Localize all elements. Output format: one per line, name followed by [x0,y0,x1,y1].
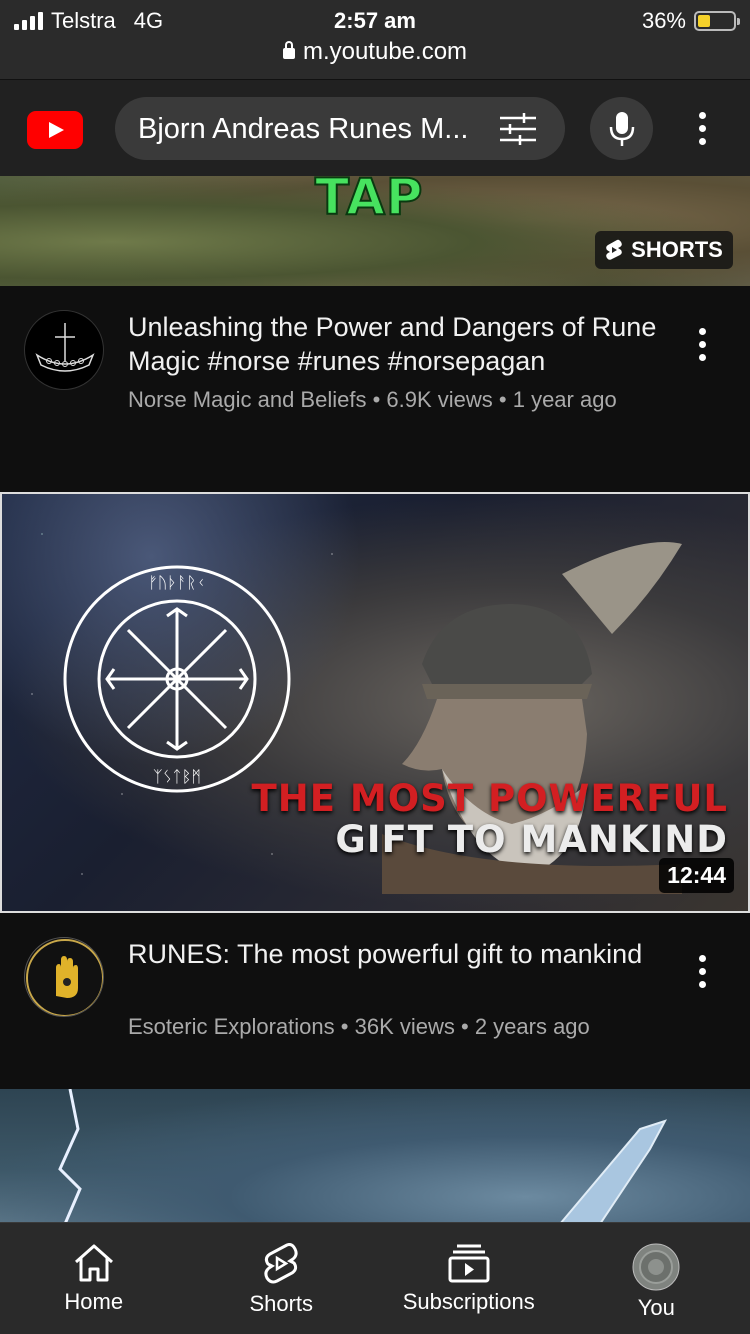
video-metadata: Norse Magic and Beliefs • 6.9K views • 1… [128,387,617,412]
youtube-logo[interactable] [27,111,83,149]
upload-age: 1 year ago [512,387,617,412]
video-menu-icon[interactable] [697,955,707,988]
video-duration: 12:44 [659,858,734,893]
shorts-badge: SHORTS [595,231,733,269]
address-bar[interactable]: m.youtube.com [0,38,750,66]
view-count: 36K views [354,1014,455,1039]
battery-percent: 36% [641,8,686,33]
nav-you-label: You [637,1295,675,1320]
status-bar: Telstra 4G 2:57 am 36% m.youtube.com [0,0,750,80]
channel-name[interactable]: Esoteric Explorations [128,1014,335,1039]
url-text: m.youtube.com [302,38,468,65]
video-thumbnail[interactable]: ᚠᚢᚦᚨᚱᚲ ᛉᛊᛏᛒᛗ THE MOST POWERFUL GIFT TO M… [0,492,750,913]
viking-ship-icon [35,323,95,372]
video-title[interactable]: Unleashing the Power and Dangers of Rune… [128,310,658,378]
nav-subscriptions-label: Subscriptions [402,1289,535,1314]
thumbnail-artwork [58,1089,668,1224]
status-right: 36% [641,8,740,34]
shorts-icon [606,239,622,260]
video-item[interactable]: RUNES: The most powerful gift to mankind… [0,913,750,1089]
nav-home-label: Home [64,1289,124,1314]
microphone-icon [609,112,635,146]
video-item[interactable]: Unleashing the Power and Dangers of Rune… [0,286,750,492]
battery-level [698,15,711,27]
subscriptions-icon [448,1244,490,1283]
shorts-badge-label: SHORTS [631,237,723,262]
channel-name[interactable]: Norse Magic and Beliefs [128,387,366,412]
vegvisir-rune-icon: ᚠᚢᚦᚨᚱᚲ ᛉᛊᛏᛒᛗ [63,565,291,793]
video-menu-icon[interactable] [697,328,707,361]
clock: 2:57 am [334,8,416,33]
nav-subscriptions[interactable]: Subscriptions [375,1223,563,1334]
home-icon [74,1244,113,1282]
voice-search-button[interactable] [590,97,653,160]
app-header: Bjorn Andreas Runes M... [0,80,750,176]
lock-icon [282,41,295,59]
search-box[interactable]: Bjorn Andreas Runes M... [115,97,565,160]
nav-shorts-label: Shorts [249,1291,314,1316]
filter-icon[interactable] [498,112,538,146]
video-title[interactable]: RUNES: The most powerful gift to mankind [128,937,658,971]
search-query[interactable]: Bjorn Andreas Runes M... [138,113,478,146]
battery-icon [694,11,740,31]
thumbnail-text: TAP [314,176,424,227]
nav-you[interactable]: You [563,1223,750,1334]
channel-avatar[interactable] [24,937,104,1017]
upload-age: 2 years ago [474,1014,590,1039]
svg-text:ᛉᛊᛏᛒᛗ: ᛉᛊᛏᛒᛗ [153,767,201,786]
more-options-icon[interactable] [697,112,707,145]
nav-shorts[interactable]: Shorts [188,1223,376,1334]
bottom-navigation: Home Shorts Subscriptions You [0,1222,750,1334]
svg-text:ᚠᚢᚦᚨᚱᚲ: ᚠᚢᚦᚨᚱᚲ [148,573,206,592]
esoteric-hand-logo [26,939,103,1016]
video-metadata: Esoteric Explorations • 36K views • 2 ye… [128,1014,590,1039]
shorts-icon [264,1243,298,1284]
nav-home[interactable]: Home [0,1223,188,1334]
video-thumbnail[interactable] [0,1089,750,1224]
avatar [632,1243,680,1291]
thumbnail-headline-red: THE MOST POWERFUL [251,777,728,820]
channel-avatar[interactable] [24,310,104,390]
view-count: 6.9K views [386,387,493,412]
thumbnail-headline-white: GIFT TO MANKIND [335,818,728,861]
